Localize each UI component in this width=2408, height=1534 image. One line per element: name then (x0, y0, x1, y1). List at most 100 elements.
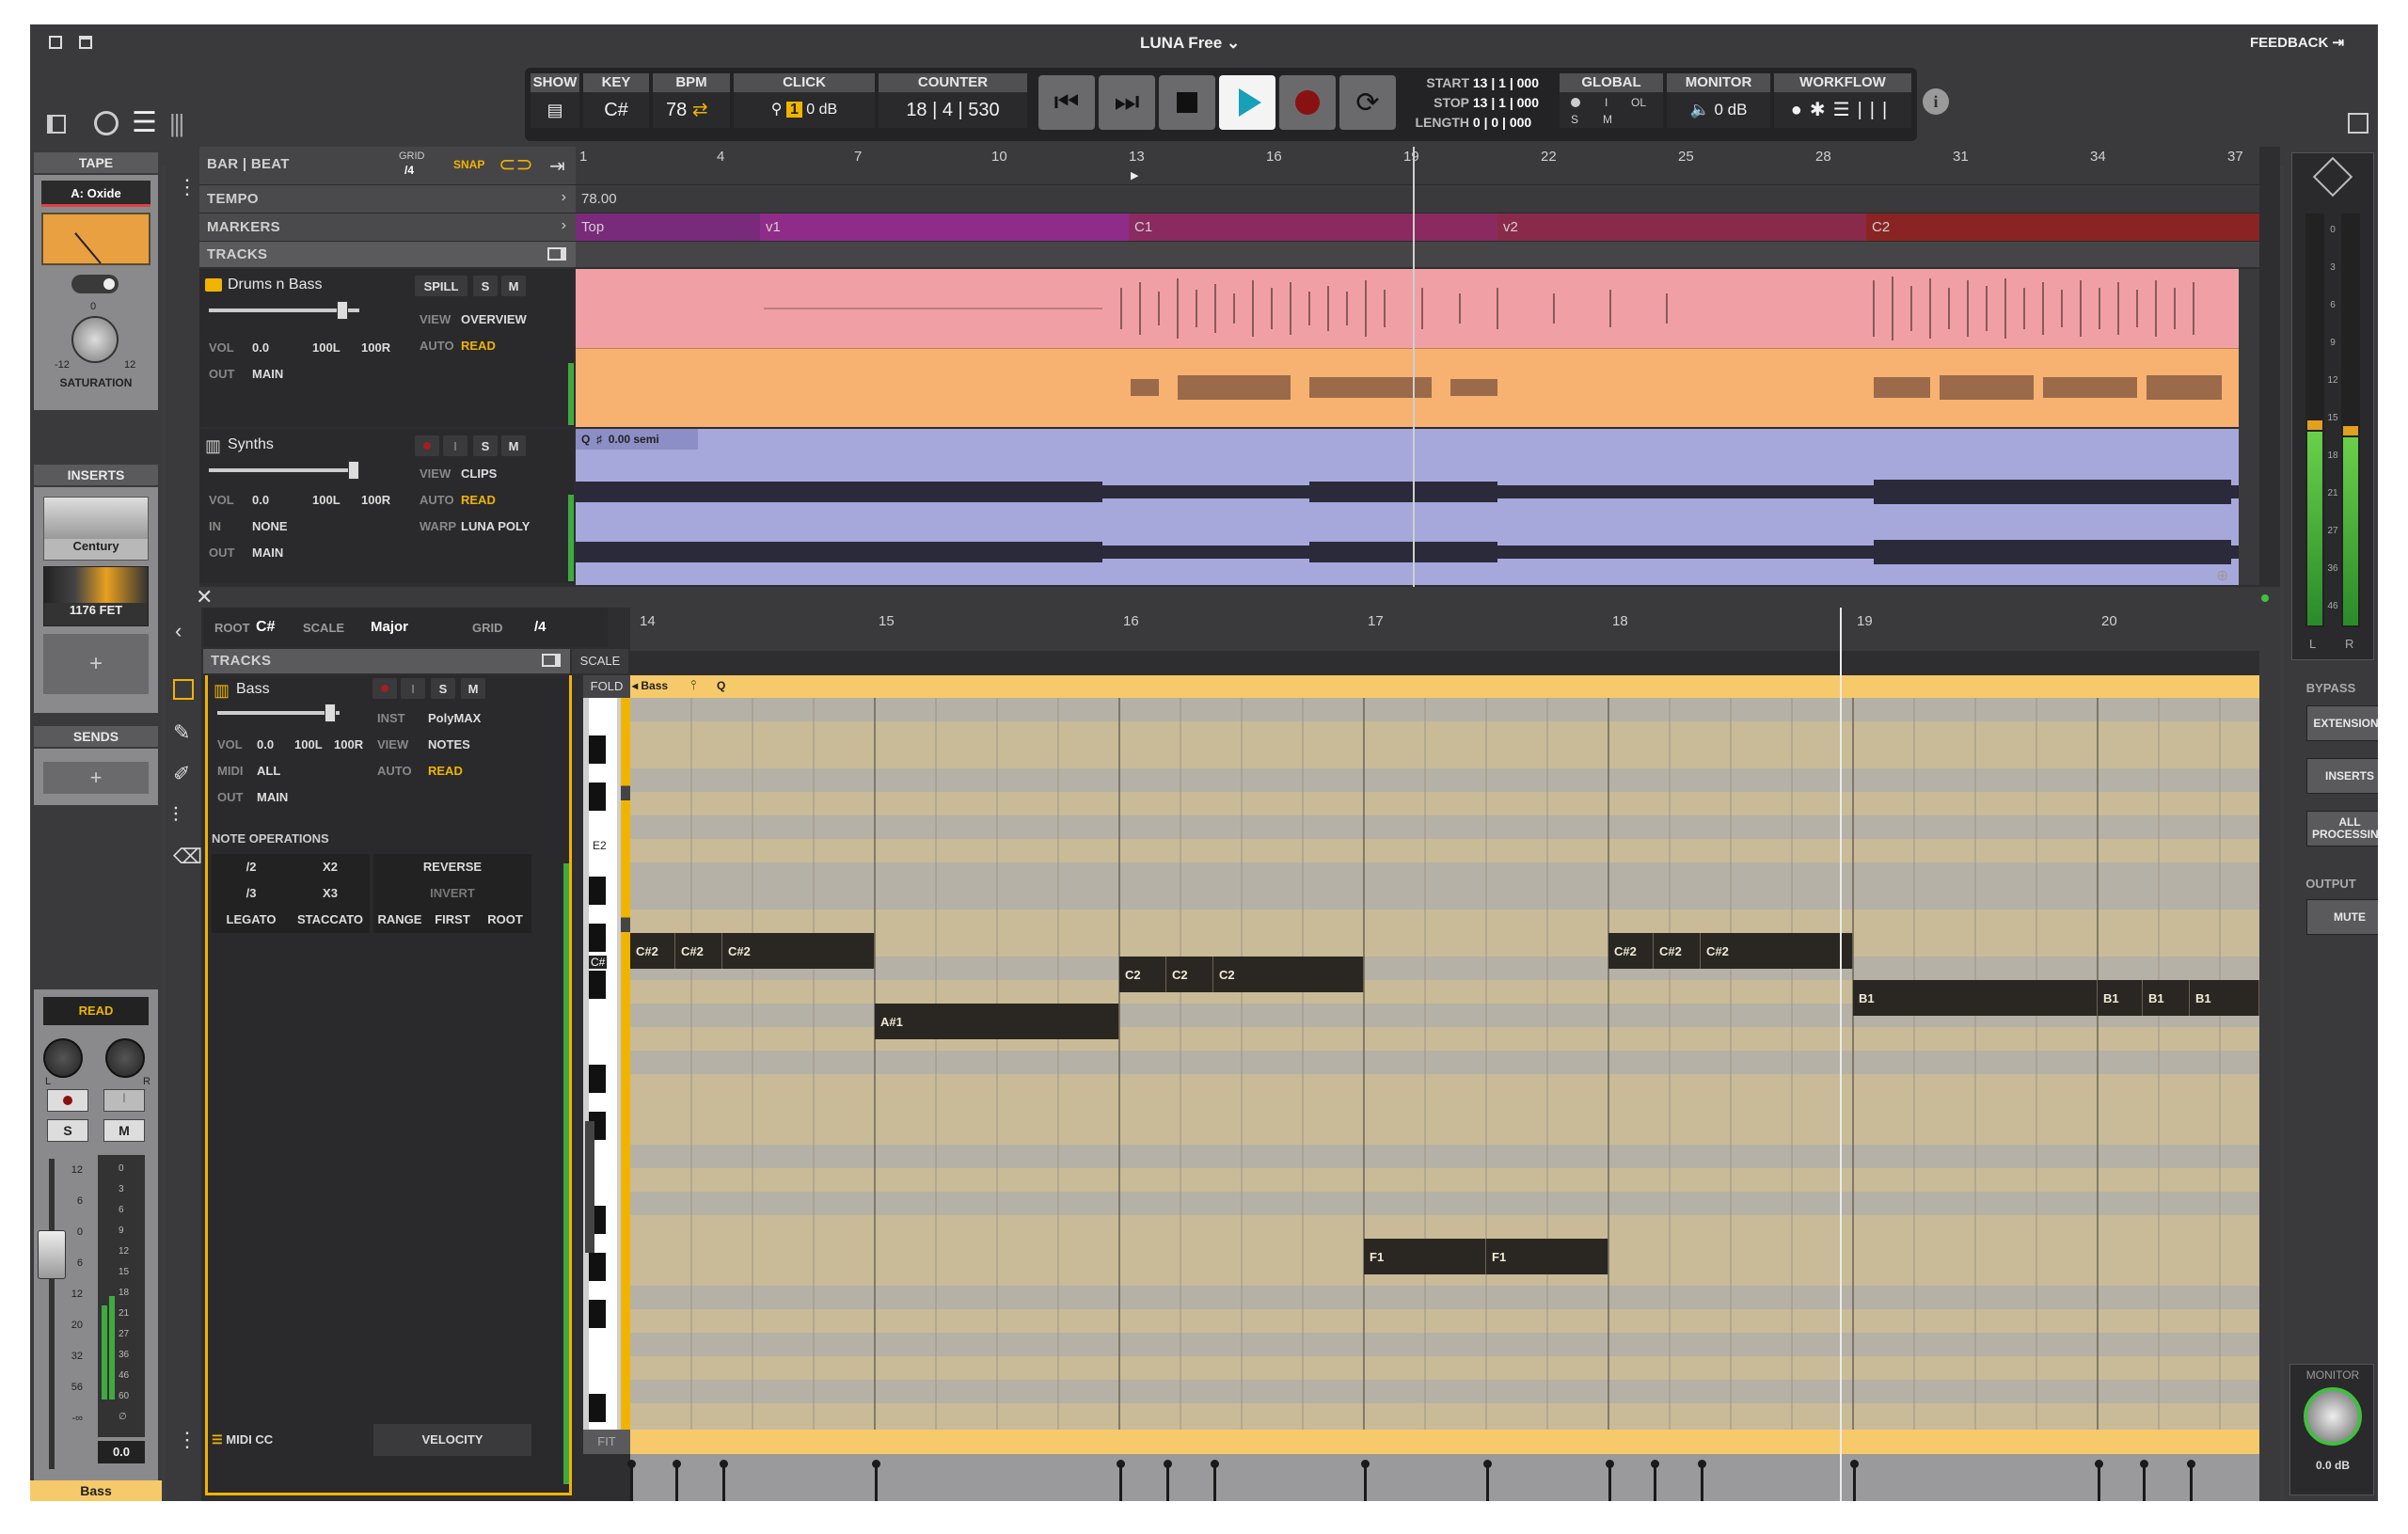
window-title[interactable]: LUNA Free ⌄ (1140, 34, 1240, 53)
velocity-bar[interactable] (1850, 1460, 1859, 1501)
note-b1-1[interactable]: B1 (1853, 980, 2098, 1016)
drums-pan-l[interactable]: 100L (312, 335, 361, 361)
first-button[interactable]: FIRST (426, 907, 479, 933)
marker-v2[interactable]: v2 (1497, 213, 1866, 241)
velocity-bar[interactable] (2140, 1460, 2148, 1501)
velocity-bar[interactable] (1164, 1460, 1172, 1501)
tape-type-select[interactable]: A: Oxide (41, 181, 150, 207)
midi-cc-button[interactable]: ☰ MIDI CC (212, 1424, 362, 1456)
bass-record-button[interactable] (372, 677, 398, 700)
record-arm-button[interactable] (47, 1089, 88, 1112)
loop-marker-icon[interactable]: ▶ (1131, 169, 1138, 182)
velocity-bar[interactable] (2187, 1460, 2195, 1501)
tempo-expand-icon[interactable]: › (562, 189, 566, 206)
bass-mute-button[interactable]: M (460, 677, 486, 700)
note-cs2-3[interactable]: C#2 (722, 933, 875, 969)
scale-value[interactable]: Major (371, 619, 408, 635)
bass-view-value[interactable]: NOTES (428, 737, 470, 751)
tap-tempo-icon[interactable]: ⇄ (692, 100, 708, 120)
drums-auto-value[interactable]: READ (461, 339, 496, 353)
saturation-knob[interactable] (71, 316, 119, 363)
synths-record-button[interactable] (414, 435, 440, 457)
root-value[interactable]: C# (256, 619, 275, 636)
bass-out[interactable]: MAIN (257, 790, 288, 804)
zoom-icon[interactable]: ⊕ (2216, 566, 2228, 585)
info-icon[interactable]: i (1923, 88, 1949, 115)
bpm-field[interactable]: 78 ⇄ (653, 92, 730, 128)
show-icon[interactable]: ▤ (531, 92, 579, 128)
mute-button[interactable]: M (103, 1119, 145, 1142)
pan-knob-right[interactable] (105, 1038, 145, 1078)
marker-c1[interactable]: C1 (1129, 213, 1497, 241)
drums-out[interactable]: MAIN (252, 367, 283, 381)
counter-section[interactable]: COUNTER 18 | 4 | 530 (879, 73, 1027, 128)
pan-knob-left[interactable] (43, 1038, 83, 1078)
list-icon[interactable]: ☰ (1833, 100, 1858, 120)
track-synths-name[interactable]: Synths (228, 436, 274, 453)
click-count[interactable]: 1 (785, 102, 802, 118)
velocity-bar[interactable] (1483, 1460, 1492, 1501)
note-b1-3[interactable]: B1 (2143, 980, 2190, 1016)
note-grid[interactable]: C#2 C#2 C#2 A#1 C2 C2 C2 F1 F1 C#2 C#2 C… (630, 698, 2259, 1430)
snap-toggle[interactable]: SNAP (453, 158, 484, 171)
editor-playhead[interactable] (1840, 608, 1842, 1501)
range-button[interactable]: RANGE (373, 907, 426, 933)
bass-input-button[interactable]: I (400, 677, 426, 700)
drums-clip-top[interactable] (576, 269, 2239, 348)
scale-lane-button[interactable]: SCALE (572, 649, 628, 673)
note-cs2-2[interactable]: C#2 (675, 933, 722, 969)
root-button[interactable]: ROOT (479, 907, 531, 933)
right-panel-toggle-icon[interactable] (2348, 113, 2368, 134)
key-section[interactable]: KEY C# (583, 73, 649, 128)
velocity-bar[interactable] (1651, 1460, 1659, 1501)
editor-ruler[interactable]: 14 15 16 17 18 19 20 (630, 608, 2259, 651)
counter-value[interactable]: 18 | 4 | 530 (879, 92, 1027, 128)
tempo-lane[interactable]: 78.00 (576, 184, 2259, 213)
note-f1-2[interactable]: F1 (1486, 1239, 1608, 1274)
legato-button[interactable]: LEGATO (212, 907, 291, 933)
brush-tool-icon[interactable]: ✐ (173, 762, 190, 786)
window-maximize-icon[interactable] (79, 36, 92, 49)
drums-view-value[interactable]: OVERVIEW (461, 312, 527, 326)
markers-row[interactable]: MARKERS › (199, 213, 576, 241)
synths-warp-value[interactable]: LUNA POLY (461, 519, 530, 533)
note-c2-3[interactable]: C2 (1213, 957, 1364, 992)
triple-button[interactable]: X3 (291, 880, 370, 907)
synths-vol[interactable]: 0.0 (252, 487, 312, 514)
velocity-bar[interactable] (1361, 1460, 1370, 1501)
collapse-icon[interactable]: ‹ (175, 619, 182, 643)
note-b1-2[interactable]: B1 (2098, 980, 2143, 1016)
settings-icon[interactable]: ✱ (1810, 100, 1833, 120)
velocity-bar[interactable] (673, 1460, 681, 1501)
third-button[interactable]: /3 (212, 880, 291, 907)
drums-clip-bottom[interactable] (576, 348, 2239, 427)
fit-button[interactable]: FIT (583, 1430, 630, 1454)
velocity-lane-select[interactable]: VELOCITY (373, 1424, 531, 1456)
bypass-inserts-button[interactable]: INSERTS (2306, 758, 2378, 794)
monitor-knob[interactable] (2304, 1387, 2362, 1446)
bypass-extensions-button[interactable]: EXTENSIONS (2306, 705, 2378, 741)
key-value[interactable]: C# (583, 92, 649, 128)
track-synths-header[interactable]: ▥ Synths I S M VIEW CLIPS AUTO READ WARP LU… (199, 429, 574, 583)
global-indicators[interactable]: I OL S M (1560, 92, 1663, 128)
note-cs2-4[interactable]: C#2 (1608, 933, 1654, 969)
input-monitor-button[interactable]: I (103, 1089, 145, 1112)
panel-toggle-icon[interactable] (47, 115, 66, 134)
channel-name[interactable]: Bass (30, 1480, 162, 1501)
synths-pan-l[interactable]: 100L (312, 487, 361, 514)
click-section[interactable]: CLICK ⚲ 1 0 dB (734, 73, 875, 128)
synths-input-button[interactable]: I (442, 435, 468, 457)
bass-inst-value[interactable]: PolyMAX (428, 711, 481, 725)
window-minimize-icon[interactable] (49, 36, 62, 49)
list-view-icon[interactable]: ☰ (132, 109, 157, 137)
invert-button[interactable]: INVERT (373, 880, 531, 907)
stop-value[interactable]: 13 | 1 | 000 (1473, 95, 1539, 110)
velocity-tool-icon[interactable]: ⫶ (173, 803, 179, 828)
bar-beat-label[interactable]: BAR | BEAT (207, 156, 290, 172)
editor-more-icon[interactable]: ⋮ (177, 1430, 198, 1450)
tempo-row[interactable]: TEMPO › (199, 184, 576, 213)
velocity-bar[interactable] (720, 1460, 728, 1501)
mixer-view-icon[interactable]: ||| (169, 111, 184, 135)
rewind-button[interactable]: ⏮ (1038, 75, 1095, 130)
workflow-icons[interactable]: ●✱☰||| (1774, 92, 1911, 128)
